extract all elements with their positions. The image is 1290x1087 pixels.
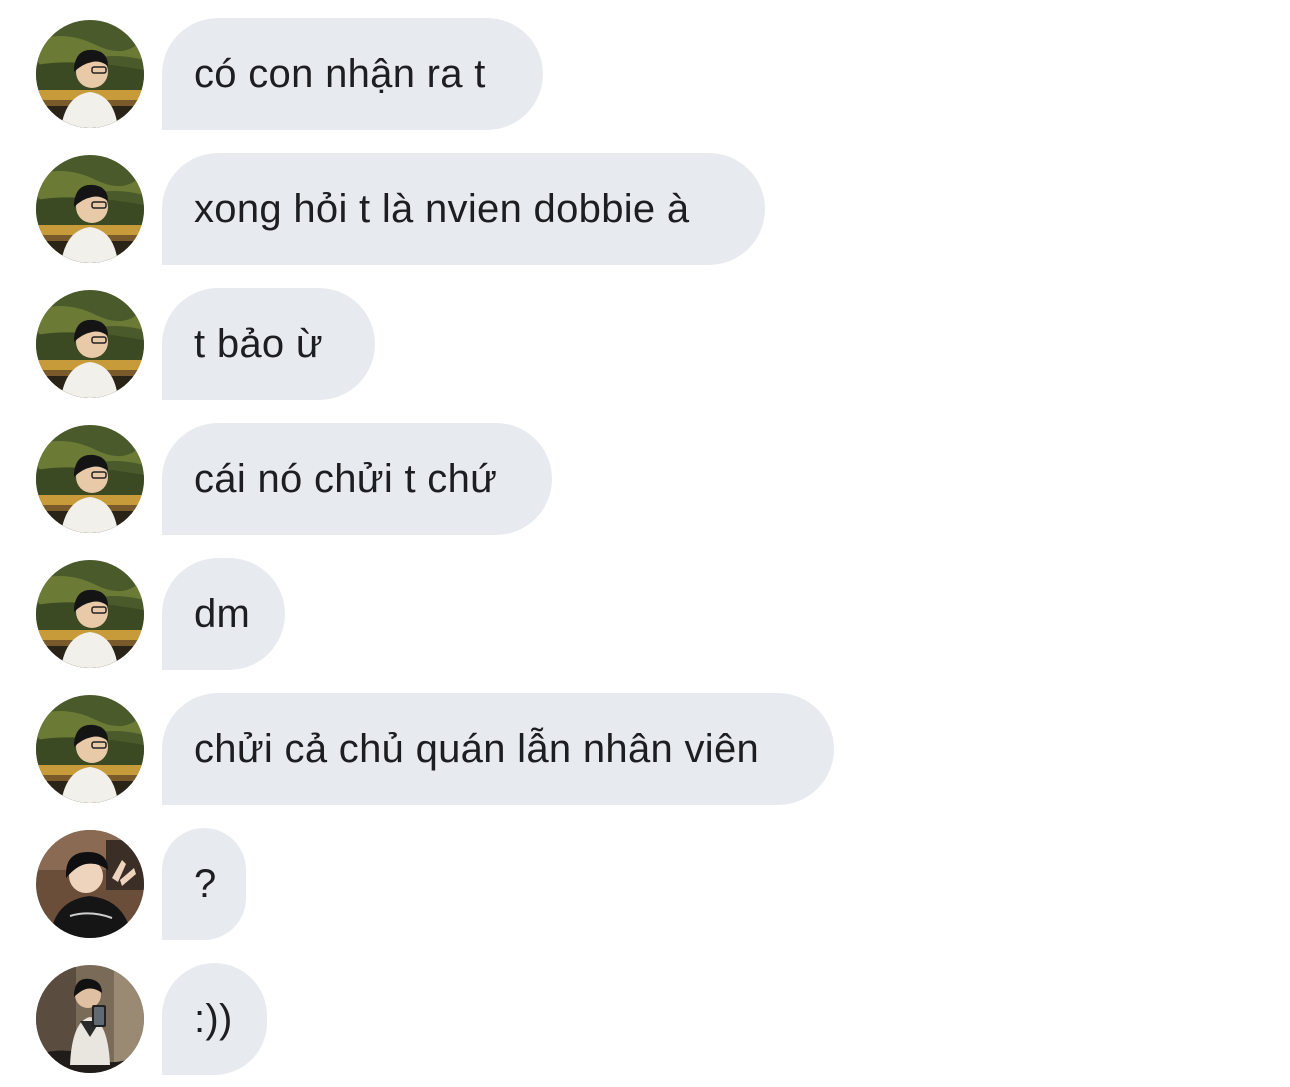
- avatar[interactable]: [36, 560, 144, 668]
- message-row: t bảo ừ: [0, 288, 1290, 400]
- message-row: chửi cả chủ quán lẫn nhân viên: [0, 693, 1290, 805]
- message-bubble[interactable]: ?: [162, 828, 246, 940]
- message-row: :)): [0, 963, 1290, 1075]
- avatar-user-a-image: [36, 695, 144, 803]
- avatar[interactable]: [36, 965, 144, 1073]
- avatar-user-a-image: [36, 560, 144, 668]
- message-bubble[interactable]: :)): [162, 963, 267, 1075]
- avatar-user-a-image: [36, 425, 144, 533]
- chat-thread: có con nhận ra t xong hỏi t là nvien dob…: [0, 0, 1290, 1087]
- avatar-user-a-image: [36, 290, 144, 398]
- message-row: dm: [0, 558, 1290, 670]
- message-bubble[interactable]: xong hỏi t là nvien dobbie à: [162, 153, 765, 265]
- avatar[interactable]: [36, 20, 144, 128]
- avatar[interactable]: [36, 290, 144, 398]
- message-row: ?: [0, 828, 1290, 940]
- avatar-user-c-image: [36, 965, 144, 1073]
- avatar[interactable]: [36, 695, 144, 803]
- avatar[interactable]: [36, 425, 144, 533]
- message-row: xong hỏi t là nvien dobbie à: [0, 153, 1290, 265]
- message-bubble[interactable]: cái nó chửi t chứ: [162, 423, 552, 535]
- message-bubble[interactable]: chửi cả chủ quán lẫn nhân viên: [162, 693, 834, 805]
- avatar[interactable]: [36, 830, 144, 938]
- avatar-user-a-image: [36, 20, 144, 128]
- message-bubble[interactable]: dm: [162, 558, 285, 670]
- message-row: cái nó chửi t chứ: [0, 423, 1290, 535]
- avatar-user-a-image: [36, 155, 144, 263]
- message-bubble[interactable]: có con nhận ra t: [162, 18, 543, 130]
- avatar[interactable]: [36, 155, 144, 263]
- message-row: có con nhận ra t: [0, 18, 1290, 130]
- message-bubble[interactable]: t bảo ừ: [162, 288, 375, 400]
- avatar-user-b-image: [36, 830, 144, 938]
